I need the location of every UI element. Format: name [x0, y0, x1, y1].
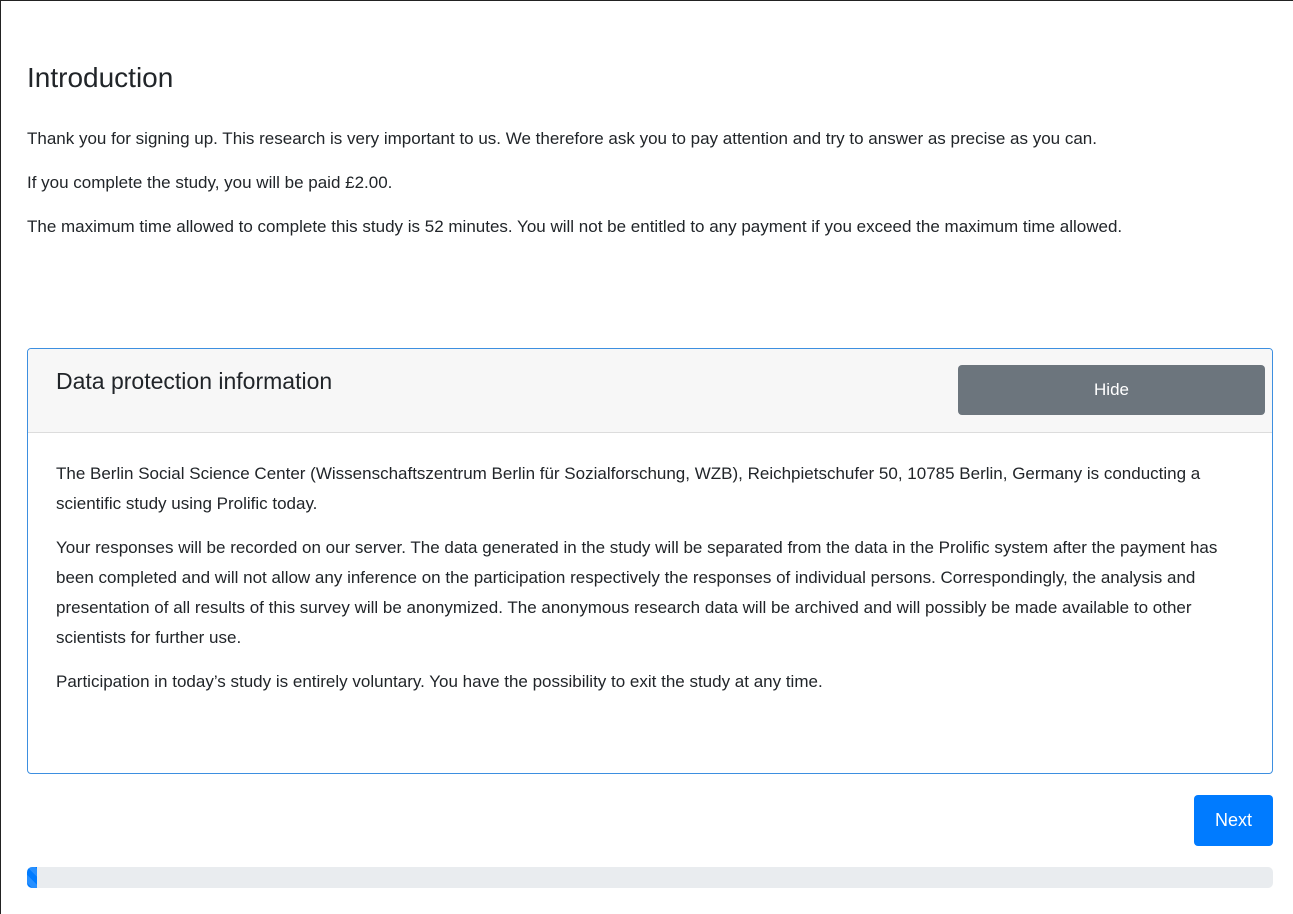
page-title: Introduction — [27, 62, 174, 93]
data-protection-card-header: Data protection information Hide — [28, 349, 1272, 433]
data-protection-paragraph-voluntary: Participation in today’s study is entire… — [56, 672, 823, 691]
hide-button[interactable]: Hide — [958, 365, 1265, 415]
progress-bar — [27, 867, 37, 888]
intro-paragraph-time-limit: The maximum time allowed to complete thi… — [27, 217, 1123, 236]
intro-text: Thank you for signing up. This research … — [27, 125, 1273, 257]
data-protection-card-body: The Berlin Social Science Center (Wissen… — [28, 433, 1272, 697]
data-protection-title: Data protection information — [56, 368, 333, 394]
progress-track — [27, 867, 1273, 888]
data-protection-card: Data protection information Hide The Ber… — [27, 348, 1273, 774]
intro-paragraph-payment: If you complete the study, you will be p… — [27, 173, 393, 192]
data-protection-paragraph-sponsor: The Berlin Social Science Center (Wissen… — [56, 464, 1201, 513]
next-button[interactable]: Next — [1194, 795, 1273, 846]
intro-paragraph-thanks: Thank you for signing up. This research … — [27, 129, 1097, 148]
data-protection-paragraph-data-handling: Your responses will be recorded on our s… — [56, 538, 1218, 647]
